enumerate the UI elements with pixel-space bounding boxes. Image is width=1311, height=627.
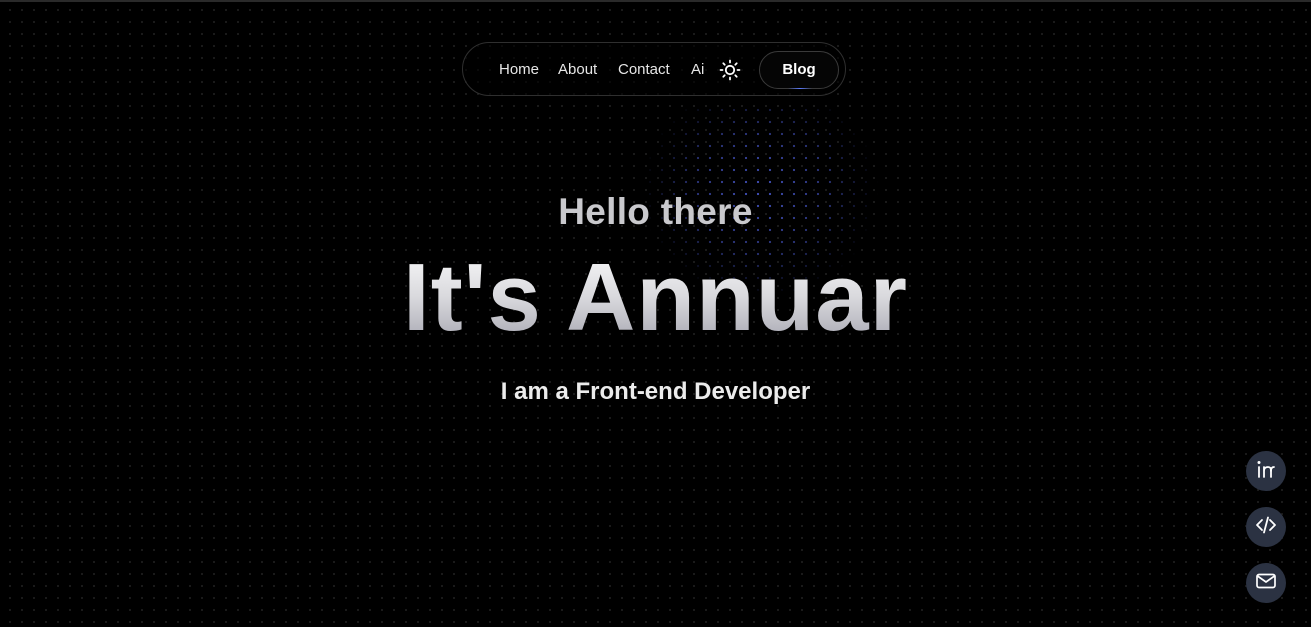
top-divider <box>0 0 1311 2</box>
hero-greeting: Hello there <box>558 191 753 232</box>
nav-about-link[interactable]: About <box>558 43 597 97</box>
nav-home-link[interactable]: Home <box>499 43 539 97</box>
linkedin-button[interactable] <box>1246 451 1286 491</box>
sun-icon[interactable] <box>719 59 741 81</box>
email-button[interactable] <box>1246 563 1286 603</box>
hero-tagline: I am a Front-end Developer <box>500 378 811 405</box>
blog-button-label: Blog <box>782 61 816 78</box>
nav-ai-link[interactable]: Ai <box>691 43 704 97</box>
code-button[interactable] <box>1246 507 1286 547</box>
mail-icon <box>1255 570 1277 597</box>
blog-button[interactable]: Blog <box>759 51 839 89</box>
blog-underline <box>788 88 812 89</box>
linkedin-icon <box>1255 458 1277 485</box>
hero-name: It's Annuar <box>0 242 1311 354</box>
nav-contact-link[interactable]: Contact <box>618 43 670 97</box>
navbar: Home About Contact Ai Blog <box>462 42 846 96</box>
code-icon <box>1255 514 1277 541</box>
